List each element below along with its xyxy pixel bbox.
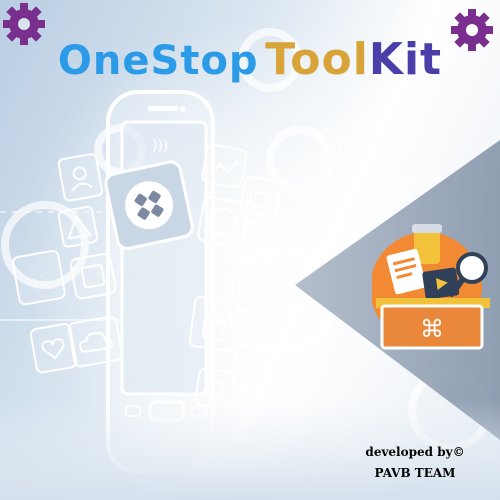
user-icon (57, 153, 103, 202)
lock-icon (188, 295, 240, 352)
grid-apps-icon (104, 160, 194, 250)
warning-icon (57, 205, 98, 248)
command-icon: ⌘ (420, 315, 444, 343)
money-icon: $$ (11, 249, 66, 306)
globe-icon (197, 195, 249, 248)
svg-text:))): ))) (152, 138, 168, 154)
title-word-tool: Tool (265, 34, 369, 85)
splash-screen: ))) $$ OneStop ToolKit ⌘ developed by© P… (0, 0, 500, 500)
tools-icon (240, 221, 280, 262)
title-word-stop: Stop (150, 38, 259, 84)
dice-icon (69, 253, 117, 300)
credit-developed-by: developed by© (365, 445, 465, 459)
credit-block: developed by© PAVB TEAM (340, 442, 490, 484)
wrench-icon (232, 343, 274, 389)
chart-icon (201, 143, 248, 189)
credit-team-name: PAVB TEAM (374, 466, 456, 480)
cart-icon (236, 269, 282, 316)
app-title: OneStop ToolKit (0, 34, 500, 85)
title-word-one: One (57, 38, 151, 84)
title-word-kit: Kit (368, 34, 443, 85)
svg-text:$$: $$ (24, 265, 53, 293)
toolbox-icon: ⌘ (370, 224, 492, 354)
cloud-icon (67, 315, 123, 368)
